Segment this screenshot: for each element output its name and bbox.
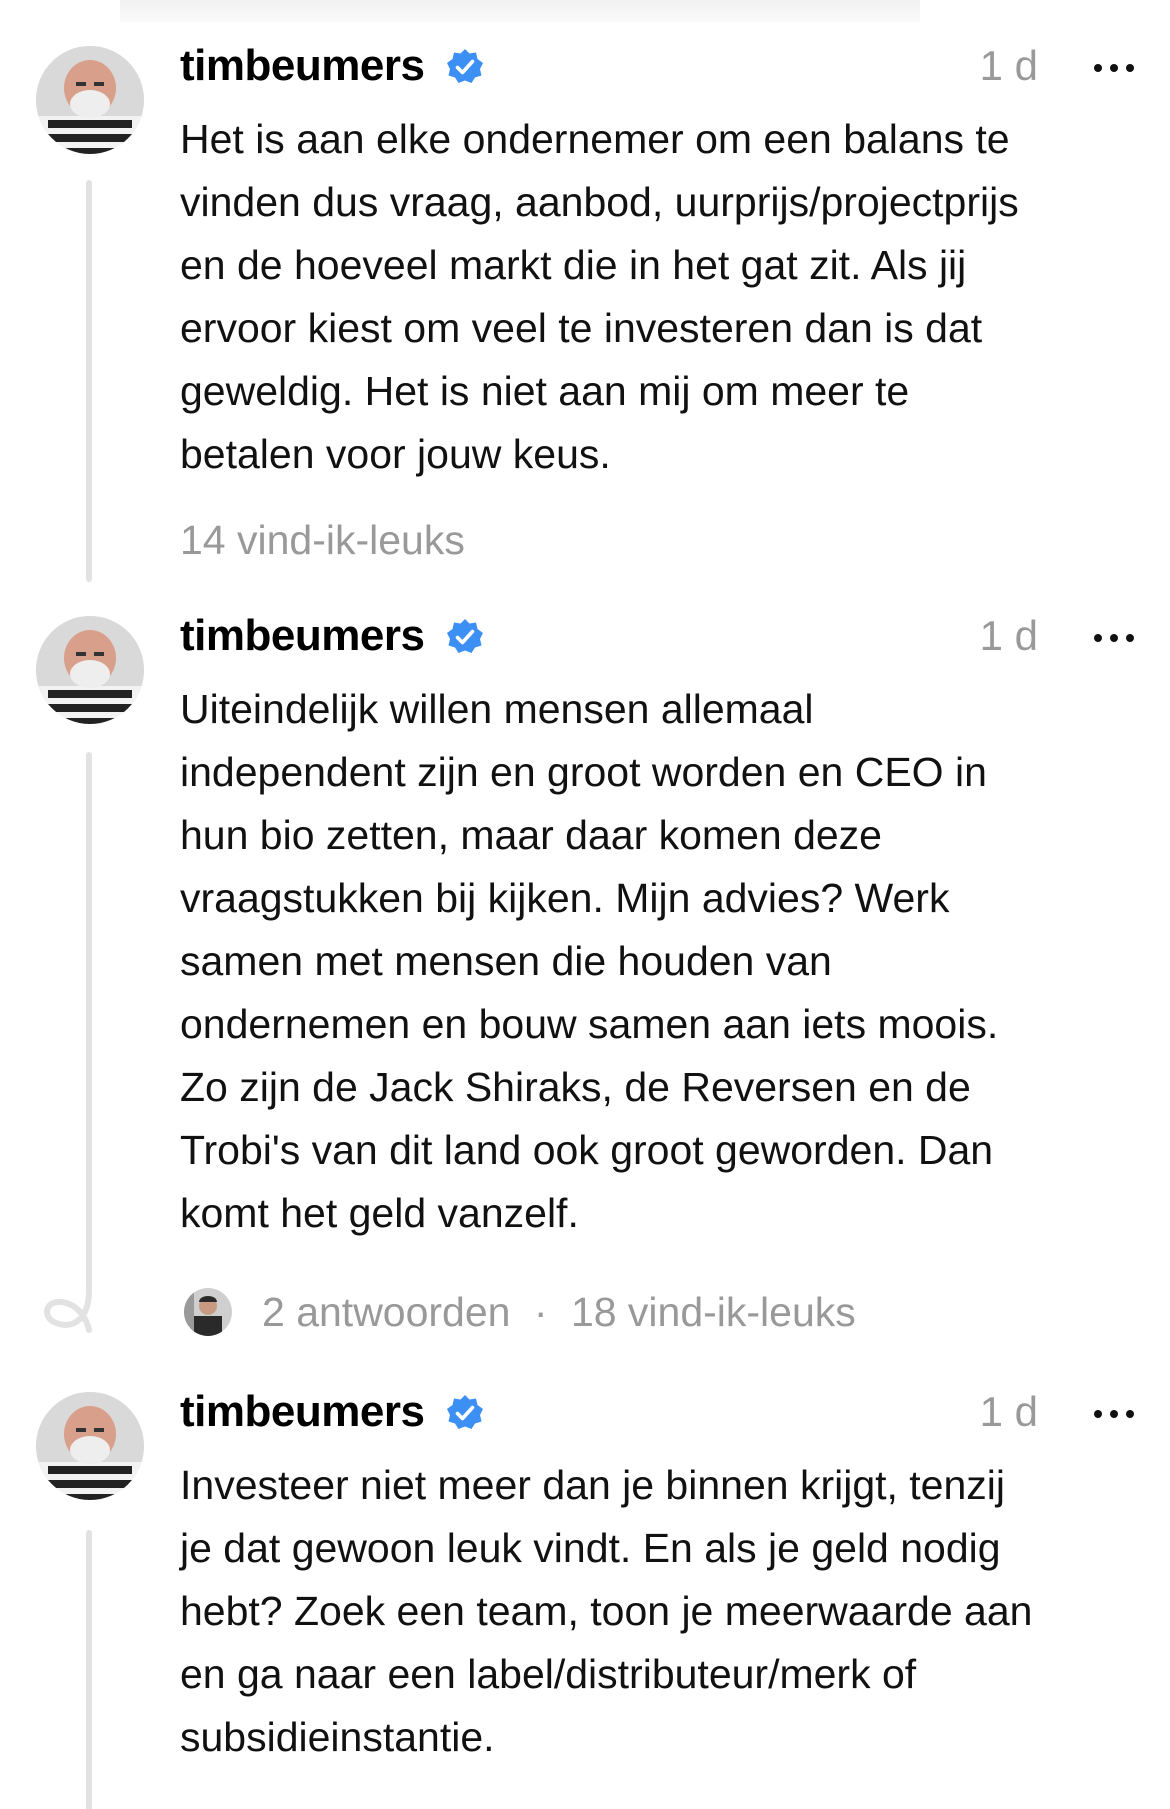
post-text: Uiteindelijk willen mensen allemaal inde… [180,686,999,1236]
thread-line [86,180,92,582]
username[interactable]: timbeumers [180,1382,425,1442]
post-time: 1 d [979,1388,1038,1435]
thread-line [86,752,92,1292]
verified-badge-icon [447,1395,483,1429]
more-options-icon[interactable] [1088,614,1140,658]
post-header: timbeumers 1 d [180,36,1140,96]
verified-badge-icon [447,619,483,653]
post-header: timbeumers 1 d [180,1382,1140,1442]
post-header: timbeumers 1 d [180,606,1140,666]
replies-count[interactable]: 2 antwoorden [262,1289,510,1335]
profile-avatar[interactable] [36,1392,144,1500]
likes-count[interactable]: 18 vind-ik-leuks [571,1289,856,1335]
previous-post-edge [120,0,920,22]
thread-connector-icon [44,1287,92,1333]
profile-avatar[interactable] [36,616,144,724]
profile-avatar[interactable] [36,46,144,154]
post-text: Het is aan elke ondernemer om een balans… [180,116,1019,477]
username[interactable]: timbeumers [180,36,425,96]
post-text: Investeer niet meer dan je binnen krijgt… [180,1462,1033,1760]
post-time: 1 d [979,42,1038,89]
reply-avatar[interactable] [184,1288,232,1336]
more-options-icon[interactable] [1088,1390,1140,1434]
likes-count[interactable]: 14 vind-ik-leuks [180,510,465,570]
post-time: 1 d [979,612,1038,659]
verified-badge-icon [447,49,483,83]
thread-line [86,1530,92,1809]
post-stats: 2 antwoorden · 18 vind-ik-leuks [262,1282,856,1342]
username[interactable]: timbeumers [180,606,425,666]
stats-separator: · [533,1289,548,1335]
more-options-icon[interactable] [1088,44,1140,88]
